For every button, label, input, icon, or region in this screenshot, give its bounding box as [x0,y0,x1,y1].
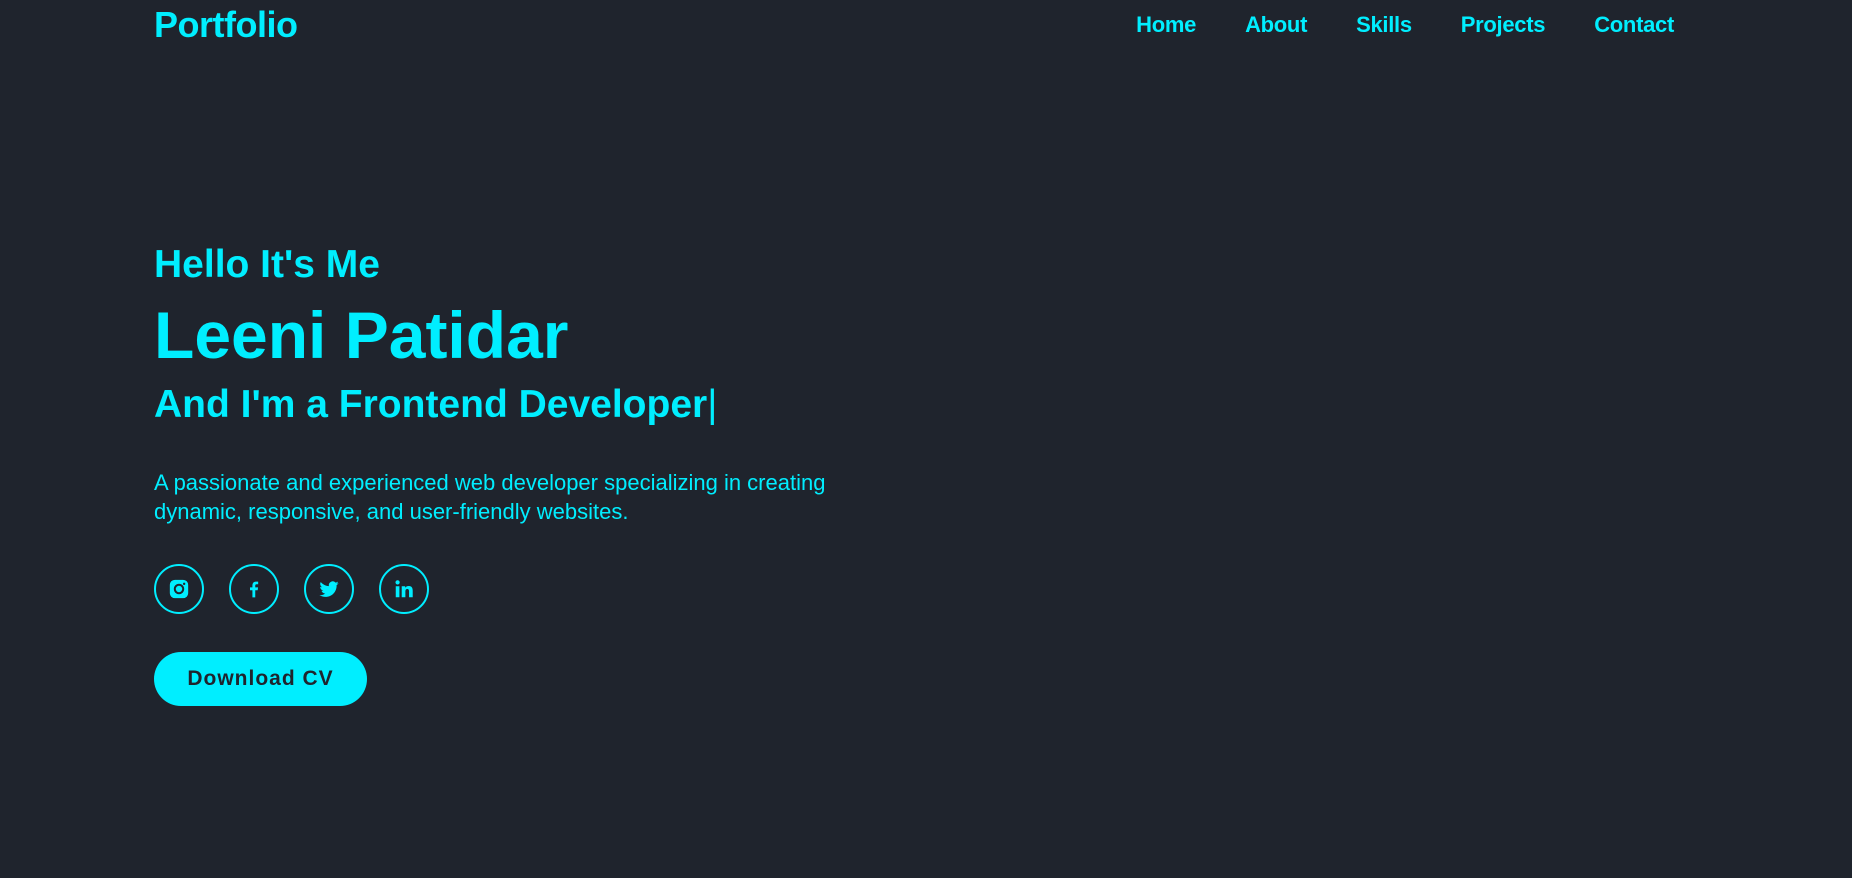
social-links [154,564,914,614]
instagram-icon [169,579,189,599]
site-header: Portfolio Home About Skills Projects Con… [0,0,1852,52]
logo-link[interactable]: Portfolio [154,4,298,46]
facebook-icon [250,581,259,598]
twitter-icon [319,581,339,597]
role-prefix: And I'm a [154,383,339,426]
hero-section: Hello It's Me Leeni Patidar And I'm a Fr… [154,238,914,706]
hero-role: And I'm a Frontend Developer| [154,380,914,430]
nav-projects-link[interactable]: Projects [1461,12,1546,38]
linkedin-icon [395,580,413,598]
role-text: Frontend Developer [338,383,708,426]
hero-greeting: Hello It's Me [154,243,380,286]
page: Portfolio Home About Skills Projects Con… [0,0,1852,878]
hero-description: A passionate and experienced web develop… [154,470,826,524]
main-nav: Home About Skills Projects Contact [1136,12,1674,38]
nav-about-link[interactable]: About [1245,12,1307,38]
instagram-link[interactable] [154,564,204,614]
twitter-link[interactable] [304,564,354,614]
hero-name: Leeni Patidar [154,298,569,372]
nav-contact-link[interactable]: Contact [1594,12,1674,38]
nav-skills-link[interactable]: Skills [1356,12,1412,38]
download-cv-button[interactable]: Download CV [154,652,367,706]
nav-home-link[interactable]: Home [1136,12,1196,38]
facebook-link[interactable] [229,564,279,614]
linkedin-link[interactable] [379,564,429,614]
typing-cursor: | [707,383,718,426]
